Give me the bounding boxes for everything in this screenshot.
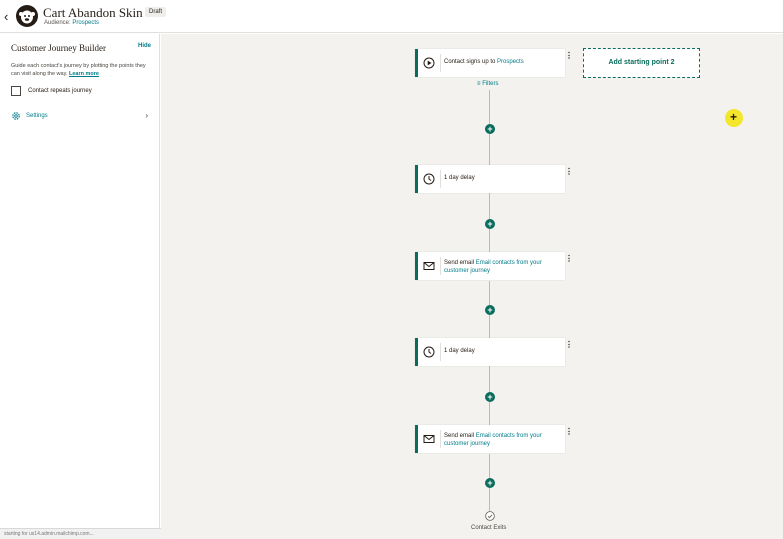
node-divider [440, 430, 441, 448]
settings-row[interactable]: Settings › [11, 111, 148, 123]
filter-icon: ≡ [477, 81, 481, 87]
audience-link[interactable]: Prospects [72, 20, 99, 26]
delay-step-node[interactable]: 1 day delay [415, 338, 565, 366]
email-step-node[interactable]: Send email Email contacts from your cust… [415, 252, 565, 280]
contact-repeats-checkbox[interactable] [11, 86, 21, 96]
email-step-node[interactable]: Send email Email contacts from your cust… [415, 425, 565, 453]
email-action-text: Send email [444, 433, 475, 439]
delay-step-node[interactable]: 1 day delay [415, 165, 565, 193]
step-menu-button[interactable]: ⋮ [565, 428, 573, 440]
sidebar-description: Guide each contact's journey by plotting… [11, 62, 146, 78]
start-node-text: Contact signs up to Prospects [444, 58, 562, 66]
node-divider [440, 257, 441, 275]
settings-label: Settings [26, 113, 48, 119]
add-step-button[interactable]: + [485, 124, 495, 134]
audience-info: Audience: Prospects [44, 20, 99, 26]
clock-icon [423, 173, 435, 185]
back-button[interactable]: ‹ [4, 10, 8, 23]
page-title: Cart Abandon Skin 1 [43, 5, 153, 20]
audience-label: Audience: [44, 20, 71, 26]
cursor-highlight [725, 109, 743, 127]
journey-canvas: Contact signs up to Prospects ⋮ Add star… [161, 34, 783, 539]
chevron-right-icon: › [145, 111, 148, 120]
add-step-button[interactable]: + [485, 478, 495, 488]
envelope-icon [423, 435, 435, 443]
email-step-text: Send email Email contacts from your cust… [444, 259, 562, 275]
contact-exits-label: Contact Exits [471, 525, 507, 531]
clock-icon [423, 346, 435, 358]
app-header: ‹ Cart Abandon Skin 1 Draft Audience: Pr… [0, 0, 783, 33]
step-menu-button[interactable]: ⋮ [565, 341, 573, 353]
filters-button[interactable]: ≡ Filters [477, 81, 499, 87]
envelope-icon [423, 262, 435, 270]
email-action-text: Send email [444, 260, 475, 266]
email-step-text: Send email Email contacts from your cust… [444, 432, 562, 448]
add-step-button[interactable]: + [485, 392, 495, 402]
mailchimp-logo [16, 5, 38, 27]
start-node-menu-button[interactable]: ⋮ [565, 52, 573, 64]
delay-step-text: 1 day delay [444, 175, 475, 181]
start-audience-link[interactable]: Prospects [497, 59, 524, 65]
hide-sidebar-button[interactable]: Hide [138, 43, 151, 49]
delay-step-text: 1 day delay [444, 348, 475, 354]
play-icon [423, 57, 435, 69]
step-menu-button[interactable]: ⋮ [565, 168, 573, 180]
sidebar: Customer Journey Builder Hide Guide each… [0, 34, 160, 539]
step-menu-button[interactable]: ⋮ [565, 255, 573, 267]
check-circle-icon [485, 511, 495, 521]
node-divider [440, 170, 441, 188]
starting-point-node[interactable]: Contact signs up to Prospects [415, 49, 565, 77]
start-text: Contact signs up to [444, 59, 496, 65]
status-badge: Draft [145, 7, 167, 17]
filters-label: Filters [482, 81, 499, 87]
contact-repeats-label: Contact repeats journey [28, 88, 92, 94]
gear-icon [12, 112, 20, 120]
sidebar-title: Customer Journey Builder [11, 43, 106, 53]
learn-more-link[interactable]: Learn more [69, 71, 99, 77]
node-divider [440, 54, 441, 72]
node-divider [440, 343, 441, 361]
add-step-button[interactable]: + [485, 305, 495, 315]
add-starting-point-button[interactable]: Add starting point 2 [583, 48, 700, 78]
add-step-button[interactable]: + [485, 219, 495, 229]
